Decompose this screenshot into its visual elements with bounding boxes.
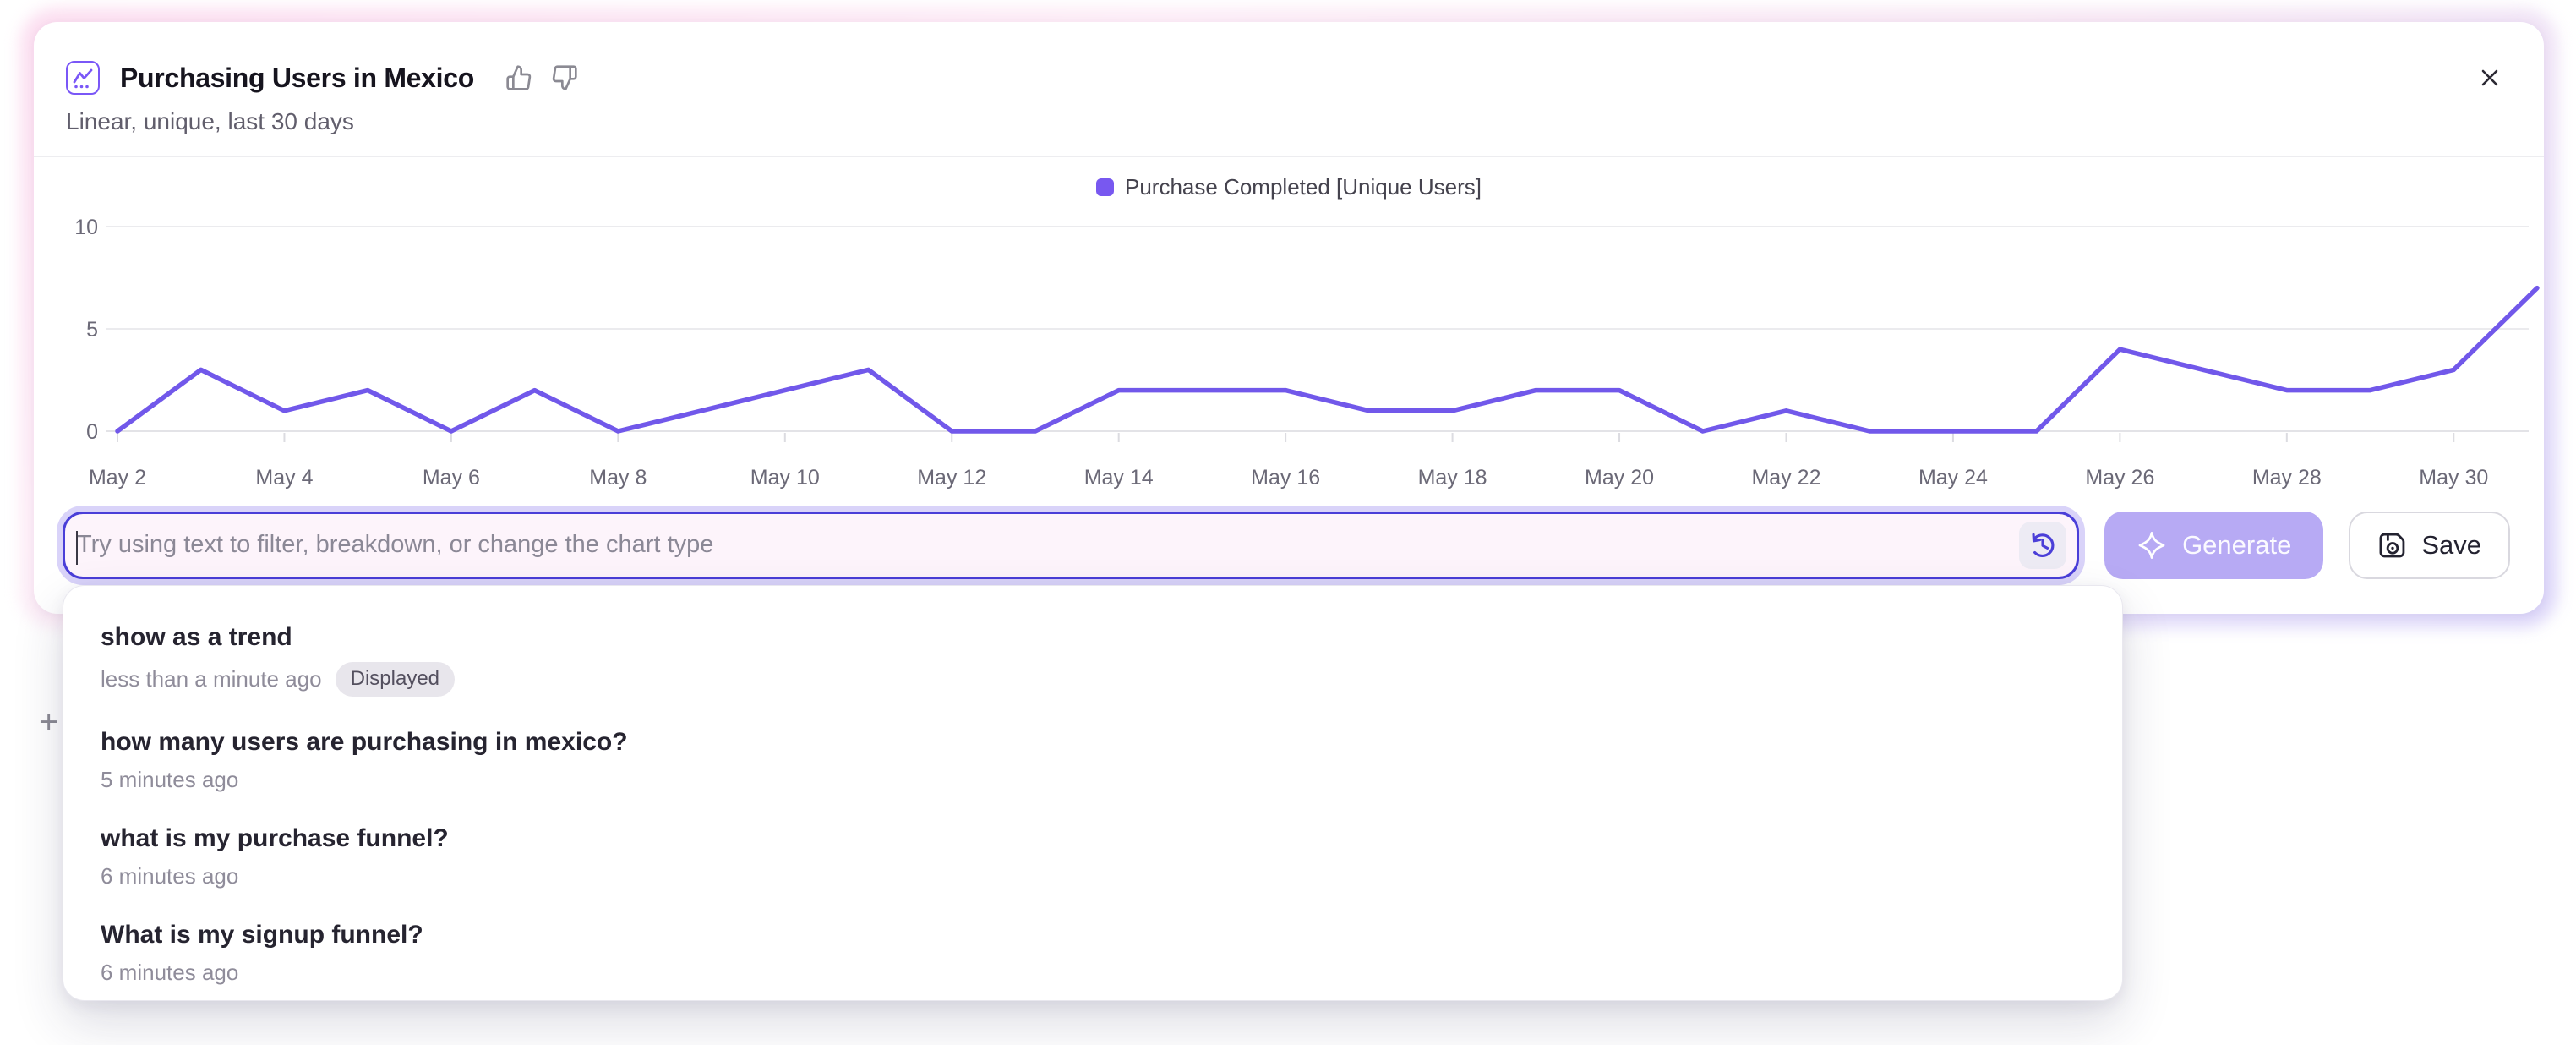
prompt-history-dropdown: show as a trend less than a minute ago D… (63, 585, 2123, 1001)
ai-prompt-input[interactable] (65, 514, 2019, 577)
history-icon (2027, 529, 2059, 561)
header-divider (34, 156, 2544, 157)
page: + Purchasing Users in Mexico (0, 0, 2576, 1045)
thumbs-down-button[interactable] (550, 63, 579, 92)
card-header: Purchasing Users in Mexico (34, 22, 2544, 95)
svg-text:May 30: May 30 (2419, 466, 2488, 490)
svg-text:May 12: May 12 (917, 466, 986, 490)
history-item-title: show as a trend (101, 621, 2085, 654)
ai-prompt-field (63, 512, 2079, 579)
legend: Purchase Completed [Unique Users] (34, 174, 2544, 200)
history-item[interactable]: what is my purchase funnel? 6 minutes ag… (63, 807, 2122, 904)
svg-text:May 14: May 14 (1084, 466, 1154, 490)
close-button[interactable] (2473, 61, 2507, 95)
history-item-time: less than a minute ago (101, 666, 322, 692)
close-icon (2475, 63, 2505, 93)
save-label: Save (2421, 530, 2481, 561)
legend-item[interactable]: Purchase Completed [Unique Users] (1096, 174, 1482, 200)
history-item[interactable]: how many users are purchasing in mexico?… (63, 711, 2122, 807)
svg-text:5: 5 (86, 318, 98, 342)
chart-subtitle: Linear, unique, last 30 days (34, 95, 2544, 135)
ai-toolbar: Generate Save (34, 512, 2544, 579)
background-plus-artifact: + (39, 703, 58, 741)
svg-text:May 4: May 4 (255, 466, 313, 490)
svg-text:May 24: May 24 (1918, 466, 1988, 490)
svg-text:May 8: May 8 (589, 466, 647, 490)
svg-text:May 16: May 16 (1251, 466, 1320, 490)
generate-label: Generate (2182, 530, 2291, 561)
history-item[interactable]: What is my signup funnel? 6 minutes ago (63, 904, 2122, 1000)
legend-label: Purchase Completed [Unique Users] (1125, 174, 1482, 200)
svg-text:May 2: May 2 (89, 466, 146, 490)
save-button[interactable]: Save (2349, 512, 2510, 579)
svg-text:May 20: May 20 (1585, 466, 1654, 490)
svg-text:May 22: May 22 (1751, 466, 1820, 490)
thumbs-down-icon (551, 64, 578, 91)
history-item-title: What is my signup funnel? (101, 918, 2085, 952)
line-chart-icon (66, 61, 100, 95)
svg-text:May 28: May 28 (2252, 466, 2322, 490)
svg-text:0: 0 (86, 420, 98, 444)
svg-text:May 18: May 18 (1418, 466, 1487, 490)
svg-text:May 6: May 6 (423, 466, 480, 490)
svg-text:10: 10 (74, 216, 98, 239)
generate-button[interactable]: Generate (2104, 512, 2323, 579)
save-icon (2377, 530, 2408, 561)
history-item-title: what is my purchase funnel? (101, 822, 2085, 856)
svg-text:May 10: May 10 (750, 466, 820, 490)
thumbs-up-icon (505, 64, 532, 91)
prompt-history-button[interactable] (2019, 522, 2066, 569)
trend-chart[interactable]: 0 5 10 May 2 May 4 May 6 May 8 May 10 May 12 May … (34, 202, 2544, 498)
sparkle-icon (2137, 530, 2167, 561)
history-item-time: 6 minutes ago (101, 960, 238, 986)
displayed-badge: Displayed (336, 662, 455, 697)
history-item-time: 6 minutes ago (101, 863, 238, 889)
svg-text:May 26: May 26 (2085, 466, 2154, 490)
history-item-title: how many users are purchasing in mexico? (101, 725, 2085, 759)
history-item-time: 5 minutes ago (101, 767, 238, 793)
insight-card: Purchasing Users in Mexico (34, 22, 2544, 614)
history-item[interactable]: show as a trend less than a minute ago D… (63, 606, 2122, 711)
page-title: Purchasing Users in Mexico (120, 63, 474, 94)
thumbs-up-button[interactable] (505, 63, 533, 92)
text-caret (76, 531, 78, 565)
legend-swatch (1096, 178, 1114, 196)
